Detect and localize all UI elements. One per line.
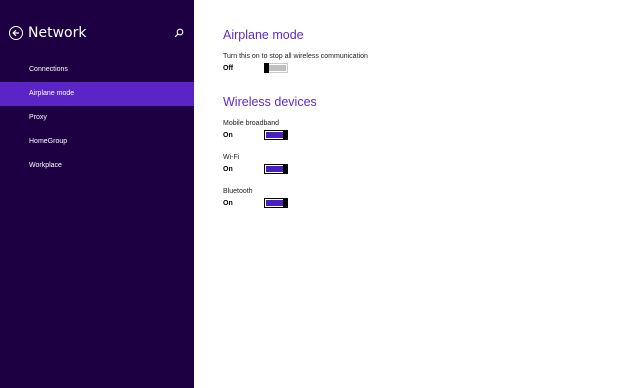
airplane-mode-state: Off [223,65,234,72]
wifi-label: Wi-Fi [223,154,240,161]
wifi-state: On [223,166,233,173]
bluetooth-toggle[interactable] [264,198,288,208]
bluetooth-label: Bluetooth [223,188,253,195]
sidebar-item-workplace[interactable]: Workplace [0,154,194,178]
sidebar-item-airplane-mode[interactable]: Airplane mode [0,82,194,106]
sidebar-item-connections[interactable]: Connections [0,58,194,82]
mobile-broadband-label: Mobile broadband [223,120,280,127]
airplane-mode-heading: Airplane mode [223,28,304,42]
search-icon[interactable] [174,28,184,38]
mobile-broadband-state: On [223,132,233,139]
sidebar-item-homegroup[interactable]: HomeGroup [0,130,194,154]
airplane-mode-description: Turn this on to stop all wireless commun… [223,53,368,60]
airplane-mode-toggle[interactable] [264,63,288,73]
back-button[interactable] [9,26,23,40]
wifi-toggle[interactable] [264,164,288,174]
mobile-broadband-toggle[interactable] [264,130,288,140]
bluetooth-state: On [223,200,233,207]
sidebar: Network Connections Airplane mode Proxy … [0,0,194,388]
back-arrow-icon [12,29,19,37]
sidebar-item-proxy[interactable]: Proxy [0,106,194,130]
wireless-devices-heading: Wireless devices [223,95,317,109]
sidebar-nav: Connections Airplane mode Proxy HomeGrou… [0,58,194,178]
page-title: Network [28,25,87,41]
main-content: Airplane mode Turn this on to stop all w… [194,0,620,388]
